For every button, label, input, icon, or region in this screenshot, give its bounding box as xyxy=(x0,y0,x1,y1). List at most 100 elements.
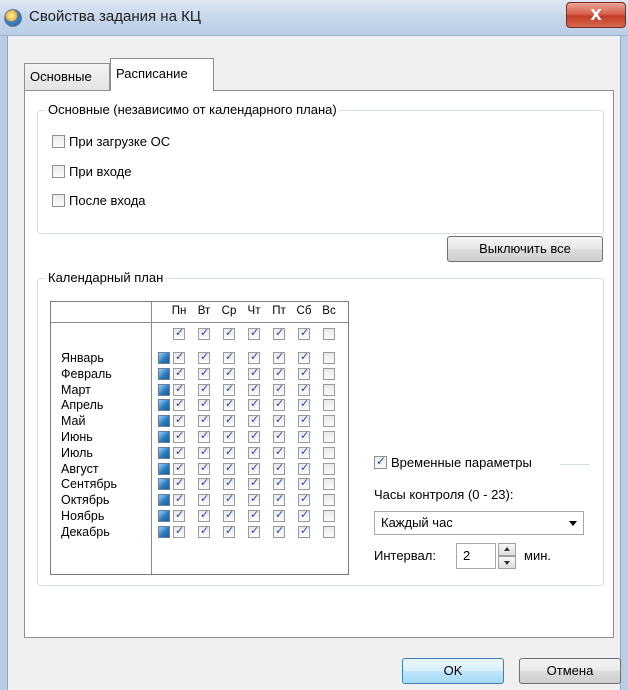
day-checkbox[interactable] xyxy=(223,508,235,522)
day-checkbox[interactable] xyxy=(173,524,185,538)
day-checkbox[interactable] xyxy=(298,429,310,443)
day-checkbox[interactable] xyxy=(173,366,185,380)
day-checkbox[interactable] xyxy=(273,476,285,491)
day-checkbox[interactable] xyxy=(248,492,260,507)
day-checkbox[interactable] xyxy=(298,508,310,522)
chevron-down-icon[interactable] xyxy=(569,521,577,526)
day-checkbox[interactable] xyxy=(273,350,285,364)
tab-main[interactable]: Основные xyxy=(24,63,110,91)
day-checkbox[interactable] xyxy=(298,524,310,538)
spin-down-button[interactable] xyxy=(498,556,516,569)
day-checkbox[interactable] xyxy=(298,445,310,459)
after-login-checkbox[interactable] xyxy=(52,194,65,207)
day-all-checkbox-2[interactable] xyxy=(223,326,235,340)
day-checkbox[interactable] xyxy=(323,462,335,475)
month-checkbox-2[interactable] xyxy=(158,383,170,396)
day-checkbox[interactable] xyxy=(198,382,210,396)
day-checkbox[interactable] xyxy=(323,399,335,412)
day-checkbox[interactable] xyxy=(298,350,310,364)
day-checkbox[interactable] xyxy=(273,492,285,507)
cancel-button[interactable]: Отмена xyxy=(519,658,621,684)
day-checkbox[interactable] xyxy=(323,352,335,364)
time-params-checkbox[interactable] xyxy=(374,454,387,469)
day-checkbox[interactable] xyxy=(323,431,335,443)
month-checkbox-4[interactable] xyxy=(158,415,170,428)
close-button[interactable]: X xyxy=(566,2,626,28)
day-checkbox[interactable] xyxy=(223,413,235,428)
day-checkbox[interactable] xyxy=(223,429,235,443)
day-all-checkbox-4[interactable] xyxy=(273,326,285,340)
day-checkbox[interactable] xyxy=(173,382,185,396)
option-on-login[interactable]: При входе xyxy=(52,164,131,182)
hours-select[interactable]: Каждый час xyxy=(374,511,584,535)
day-checkbox[interactable] xyxy=(298,492,310,507)
day-checkbox[interactable] xyxy=(198,492,210,507)
day-checkbox[interactable] xyxy=(198,524,210,538)
day-checkbox[interactable] xyxy=(223,461,235,475)
day-checkbox[interactable] xyxy=(273,366,285,380)
month-checkbox-5[interactable] xyxy=(158,431,170,443)
day-checkbox[interactable] xyxy=(248,366,260,380)
interval-input[interactable]: 2 xyxy=(456,543,496,569)
day-checkbox[interactable] xyxy=(173,413,185,428)
day-checkbox[interactable] xyxy=(298,413,310,428)
day-all-checkbox-6[interactable] xyxy=(323,328,335,340)
time-params-toggle[interactable]: Временные параметры xyxy=(374,454,532,473)
day-checkbox[interactable] xyxy=(323,494,335,507)
day-checkbox[interactable] xyxy=(173,350,185,364)
month-checkbox-8[interactable] xyxy=(158,478,170,491)
day-checkbox[interactable] xyxy=(198,476,210,491)
day-checkbox[interactable] xyxy=(223,476,235,491)
day-all-checkbox-1[interactable] xyxy=(198,326,210,340)
day-checkbox[interactable] xyxy=(273,397,285,412)
day-checkbox[interactable] xyxy=(248,524,260,538)
month-checkbox-0[interactable] xyxy=(158,352,170,364)
day-checkbox[interactable] xyxy=(223,397,235,412)
month-checkbox-9[interactable] xyxy=(158,494,170,507)
day-checkbox[interactable] xyxy=(223,445,235,459)
day-checkbox[interactable] xyxy=(223,382,235,396)
day-all-checkbox-0[interactable] xyxy=(173,326,185,340)
day-checkbox[interactable] xyxy=(198,445,210,459)
day-checkbox[interactable] xyxy=(248,382,260,396)
day-checkbox[interactable] xyxy=(248,508,260,522)
day-checkbox[interactable] xyxy=(273,429,285,443)
day-checkbox[interactable] xyxy=(298,366,310,380)
os-boot-checkbox[interactable] xyxy=(52,135,65,148)
interval-stepper[interactable] xyxy=(498,543,516,569)
day-checkbox[interactable] xyxy=(273,382,285,396)
day-checkbox[interactable] xyxy=(173,397,185,412)
month-checkbox-7[interactable] xyxy=(158,462,170,475)
disable-all-button[interactable]: Выключить все xyxy=(447,236,603,262)
day-checkbox[interactable] xyxy=(173,508,185,522)
day-checkbox[interactable] xyxy=(198,508,210,522)
day-checkbox[interactable] xyxy=(273,508,285,522)
day-checkbox[interactable] xyxy=(298,461,310,475)
day-checkbox[interactable] xyxy=(198,461,210,475)
day-checkbox[interactable] xyxy=(173,476,185,491)
day-checkbox[interactable] xyxy=(248,413,260,428)
day-checkbox[interactable] xyxy=(198,350,210,364)
ok-button[interactable]: OK xyxy=(402,658,504,684)
day-checkbox[interactable] xyxy=(248,476,260,491)
spin-up-button[interactable] xyxy=(498,543,516,556)
day-checkbox[interactable] xyxy=(323,446,335,459)
day-checkbox[interactable] xyxy=(323,383,335,396)
day-checkbox[interactable] xyxy=(323,478,335,491)
month-checkbox-3[interactable] xyxy=(158,399,170,412)
day-checkbox[interactable] xyxy=(298,476,310,491)
month-checkbox-1[interactable] xyxy=(158,367,170,380)
day-all-checkbox-5[interactable] xyxy=(298,326,310,340)
day-all-checkbox-3[interactable] xyxy=(248,326,260,340)
day-checkbox[interactable] xyxy=(198,397,210,412)
day-checkbox[interactable] xyxy=(248,461,260,475)
day-checkbox[interactable] xyxy=(198,429,210,443)
day-checkbox[interactable] xyxy=(173,492,185,507)
day-checkbox[interactable] xyxy=(323,510,335,522)
day-checkbox[interactable] xyxy=(273,461,285,475)
day-checkbox[interactable] xyxy=(198,366,210,380)
day-checkbox[interactable] xyxy=(223,492,235,507)
month-checkbox-6[interactable] xyxy=(158,446,170,459)
day-checkbox[interactable] xyxy=(248,397,260,412)
on-login-checkbox[interactable] xyxy=(52,165,65,178)
